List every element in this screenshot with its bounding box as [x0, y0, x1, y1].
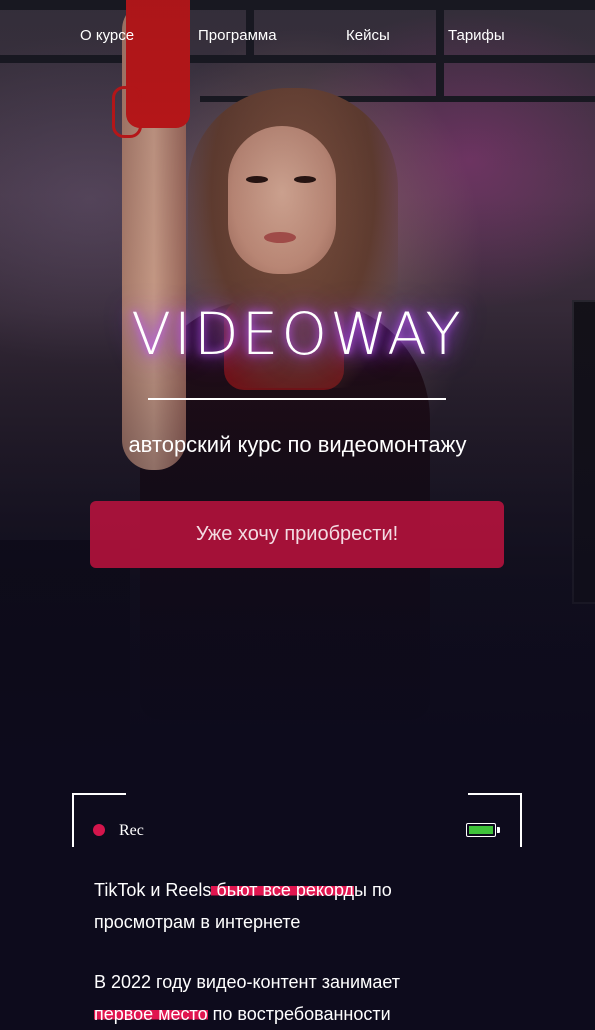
logo-underline [148, 398, 446, 400]
stat-highlight: бьют все рекорд [211, 880, 355, 900]
hero-subtitle: авторский курс по видеомонтажу [128, 432, 467, 457]
stat-text: TikTok и Reels [94, 880, 212, 900]
frame-corner-top-right [468, 793, 522, 847]
hero-background [0, 0, 595, 780]
nav-program[interactable]: Программа [198, 27, 277, 44]
stat-text: В 2022 году видео-контент занимает [94, 972, 401, 992]
course-logo: VIDEOWAY [131, 300, 464, 368]
frame-corner-top-left [72, 793, 126, 847]
nav-cases[interactable]: Кейсы [346, 27, 390, 44]
hero-shade [0, 0, 595, 780]
stat-text: ы по [354, 880, 392, 900]
battery-icon [466, 823, 496, 837]
stat-text: по востребованности [207, 1004, 391, 1024]
top-nav: О курсе Программа Кейсы Тарифы [0, 27, 595, 47]
rec-label: Rec [119, 822, 144, 839]
record-dot-icon [93, 824, 105, 836]
nav-pricing[interactable]: Тарифы [448, 27, 505, 44]
nav-about[interactable]: О курсе [80, 27, 134, 44]
buy-button[interactable]: Уже хочу приобрести! [90, 501, 504, 568]
stat-highlight: первое место [94, 1004, 208, 1024]
battery-level [469, 826, 493, 834]
stat-paragraph-1: TikTok и Reels бьют все рекорды по просм… [94, 874, 514, 938]
stat-text: просмотрам в интернете [94, 912, 301, 932]
battery-tip [497, 827, 500, 833]
stat-paragraph-2: В 2022 году видео-контент занимает перво… [94, 966, 514, 1030]
